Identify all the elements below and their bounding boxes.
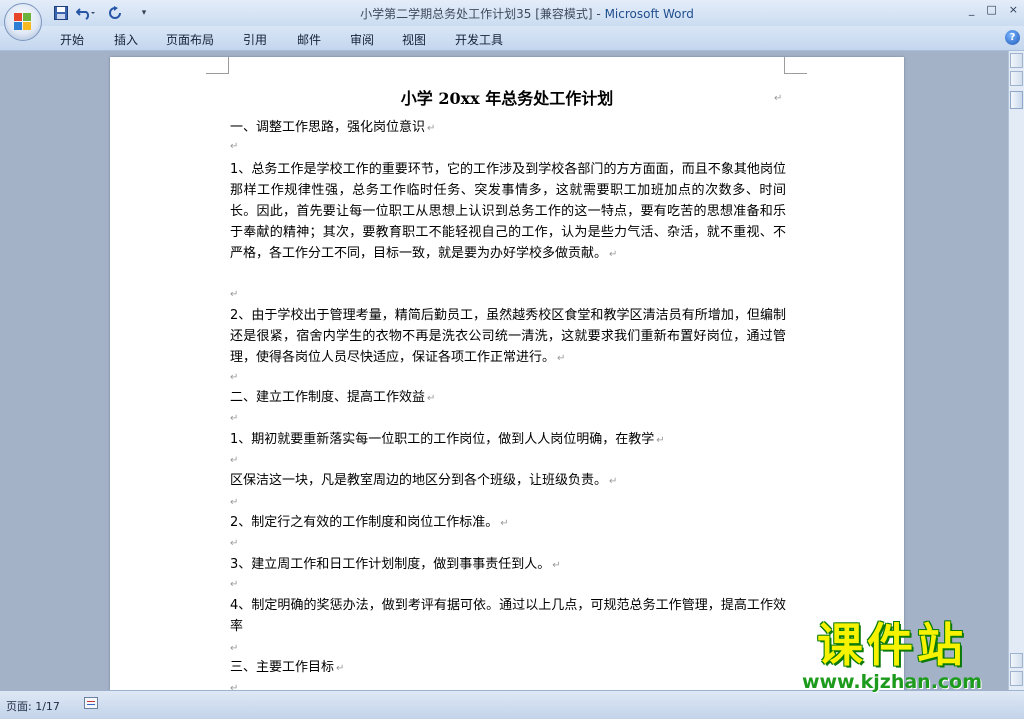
tab-view[interactable]: 视图 (402, 31, 426, 48)
empty-paragraph: ↵ (230, 497, 239, 508)
empty-paragraph: ↵ (230, 455, 239, 466)
tab-references[interactable]: 引用 (243, 31, 267, 48)
proofing-icon[interactable] (84, 697, 98, 709)
paragraph-1: 1、总务工作是学校工作的重要环节，它的工作涉及到学校各部门的方方面面，而且不象其… (230, 162, 786, 261)
site-watermark: 课件站 www.kjzhan.com (776, 618, 1008, 696)
paragraph-heading-1: 一、调整工作思路，强化岗位意识 ↵ (230, 120, 436, 135)
document-title: 小学 20xx 年总务处工作计划 (400, 89, 614, 108)
crop-mark-right (784, 57, 807, 74)
document-name: 小学第二学期总务处工作计划35 [兼容模式] - (360, 7, 605, 21)
empty-paragraph: ↵ (230, 643, 239, 654)
restore-button[interactable]: □ (986, 3, 996, 16)
page-count[interactable]: 页面: 1/17 (6, 698, 60, 714)
office-logo-icon (14, 13, 32, 31)
vertical-scrollbar[interactable] (1008, 51, 1024, 690)
document-page[interactable]: 小学 20xx 年总务处工作计划 ↵ 一、调整工作思路，强化岗位意识 ↵ ↵ 1、… (110, 57, 904, 690)
empty-paragraph: ↵ (230, 579, 239, 590)
empty-paragraph: ↵ (230, 538, 239, 549)
crop-mark-left (206, 57, 229, 74)
watermark-brand: 课件站 (817, 618, 967, 672)
empty-paragraph: ↵ (230, 413, 239, 424)
window-controls: _ □ × (969, 3, 1018, 16)
tab-review[interactable]: 审阅 (350, 31, 374, 48)
paragraph-7: 4、制定明确的奖惩办法，做到考评有据可依。通过以上几点，可规范总务工作管理，提高… (230, 598, 786, 634)
close-button[interactable]: × (1009, 3, 1018, 16)
paragraph-mark: ↵ (774, 93, 783, 104)
tab-home[interactable]: 开始 (60, 31, 84, 48)
paragraph-heading-2: 二、建立工作制度、提高工作效益 ↵ (230, 390, 436, 405)
tab-developer[interactable]: 开发工具 (455, 31, 503, 48)
ribbon-tabs: 开始 插入 页面布局 引用 邮件 审阅 视图 开发工具 ? (0, 26, 1024, 51)
scroll-down-icon[interactable] (1010, 653, 1023, 668)
paragraph-4: 区保洁这一块，凡是教室周边的地区分到各个班级，让班级负责。 ↵ (230, 473, 618, 488)
empty-paragraph: ↵ (230, 683, 239, 690)
tab-mailings[interactable]: 邮件 (297, 31, 321, 48)
paragraph-6: 3、建立周工作和日工作计划制度，做到事事责任到人。 ↵ (230, 557, 561, 572)
document-workspace: 小学 20xx 年总务处工作计划 ↵ 一、调整工作思路，强化岗位意识 ↵ ↵ 1、… (0, 51, 1008, 690)
paragraph-heading-3: 三、主要工作目标 ↵ (230, 660, 345, 675)
title-bar: ▾ 小学第二学期总务处工作计划35 [兼容模式] - Microsoft Wor… (0, 0, 1024, 41)
minimize-button[interactable]: _ (969, 3, 975, 16)
app-name: Microsoft Word (604, 7, 694, 21)
window-title: 小学第二学期总务处工作计划35 [兼容模式] - Microsoft Word (0, 5, 1024, 22)
tab-page-layout[interactable]: 页面布局 (166, 31, 214, 48)
help-icon[interactable]: ? (1005, 30, 1020, 45)
empty-paragraph: ↵ (230, 289, 239, 300)
scroll-thumb[interactable] (1010, 91, 1023, 109)
scroll-up-icon[interactable] (1010, 71, 1023, 86)
empty-paragraph: ↵ (230, 372, 239, 383)
empty-paragraph: ↵ (230, 141, 239, 152)
ruler-toggle-icon[interactable] (1010, 53, 1023, 68)
paragraph-2: 2、由于学校出于管理考量，精简后勤员工，虽然越秀校区食堂和教学区清洁员有所增加，… (230, 308, 786, 365)
browse-object-icon[interactable] (1010, 671, 1023, 686)
office-button[interactable] (4, 3, 42, 41)
paragraph-5: 2、制定行之有效的工作制度和岗位工作标准。 ↵ (230, 515, 509, 530)
tab-insert[interactable]: 插入 (114, 31, 138, 48)
watermark-url: www.kjzhan.com (801, 671, 983, 693)
paragraph-3: 1、期初就要重新落实每一位职工的工作岗位，做到人人岗位明确，在教学 ↵ (230, 432, 665, 447)
